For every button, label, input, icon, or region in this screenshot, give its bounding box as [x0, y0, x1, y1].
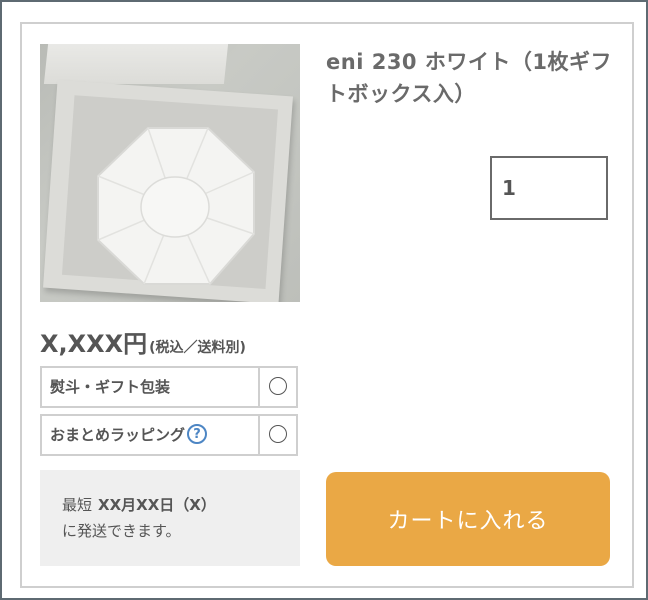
shipping-date: XX月XX日（X） [98, 496, 216, 514]
product-title: eni 230 ホワイト（1枚ギフトボックス入） [326, 50, 612, 106]
gift-box-lid [43, 44, 229, 84]
option-label: おまとめラッピング [50, 426, 186, 444]
shipping-line-1: 最短 XX月XX日（X） [62, 492, 300, 518]
price-row: X,XXX円 (税込／送料別) [40, 324, 246, 359]
help-icon[interactable]: ? [187, 424, 208, 444]
shipping-info: 最短 XX月XX日（X） に発送できます。 [40, 470, 300, 566]
quantity-input[interactable] [490, 156, 608, 220]
option-gift-wrapping[interactable]: 熨斗・ギフト包装 [40, 366, 298, 408]
product-card: eni 230 ホワイト（1枚ギフトボックス入） X,XXX円(税込／送料別) … [20, 22, 634, 588]
shipping-suffix: に発送できます。 [62, 522, 181, 540]
shipping-prefix: 最短 [62, 496, 93, 514]
add-to-cart-button[interactable]: カートに入れる [326, 472, 610, 566]
price-note: (税込／送料別) [149, 340, 246, 356]
option-label: 熨斗・ギフト包装 [42, 368, 260, 406]
octagonal-plate [97, 127, 255, 285]
product-image [40, 44, 300, 302]
price: X,XXX円 [40, 330, 148, 358]
gift-wrapping-radio[interactable] [269, 377, 287, 395]
bundle-wrapping-radio[interactable] [269, 425, 287, 443]
option-label-wrap: おまとめラッピング? [42, 416, 260, 454]
option-bundle-wrapping[interactable]: おまとめラッピング? [40, 414, 298, 456]
